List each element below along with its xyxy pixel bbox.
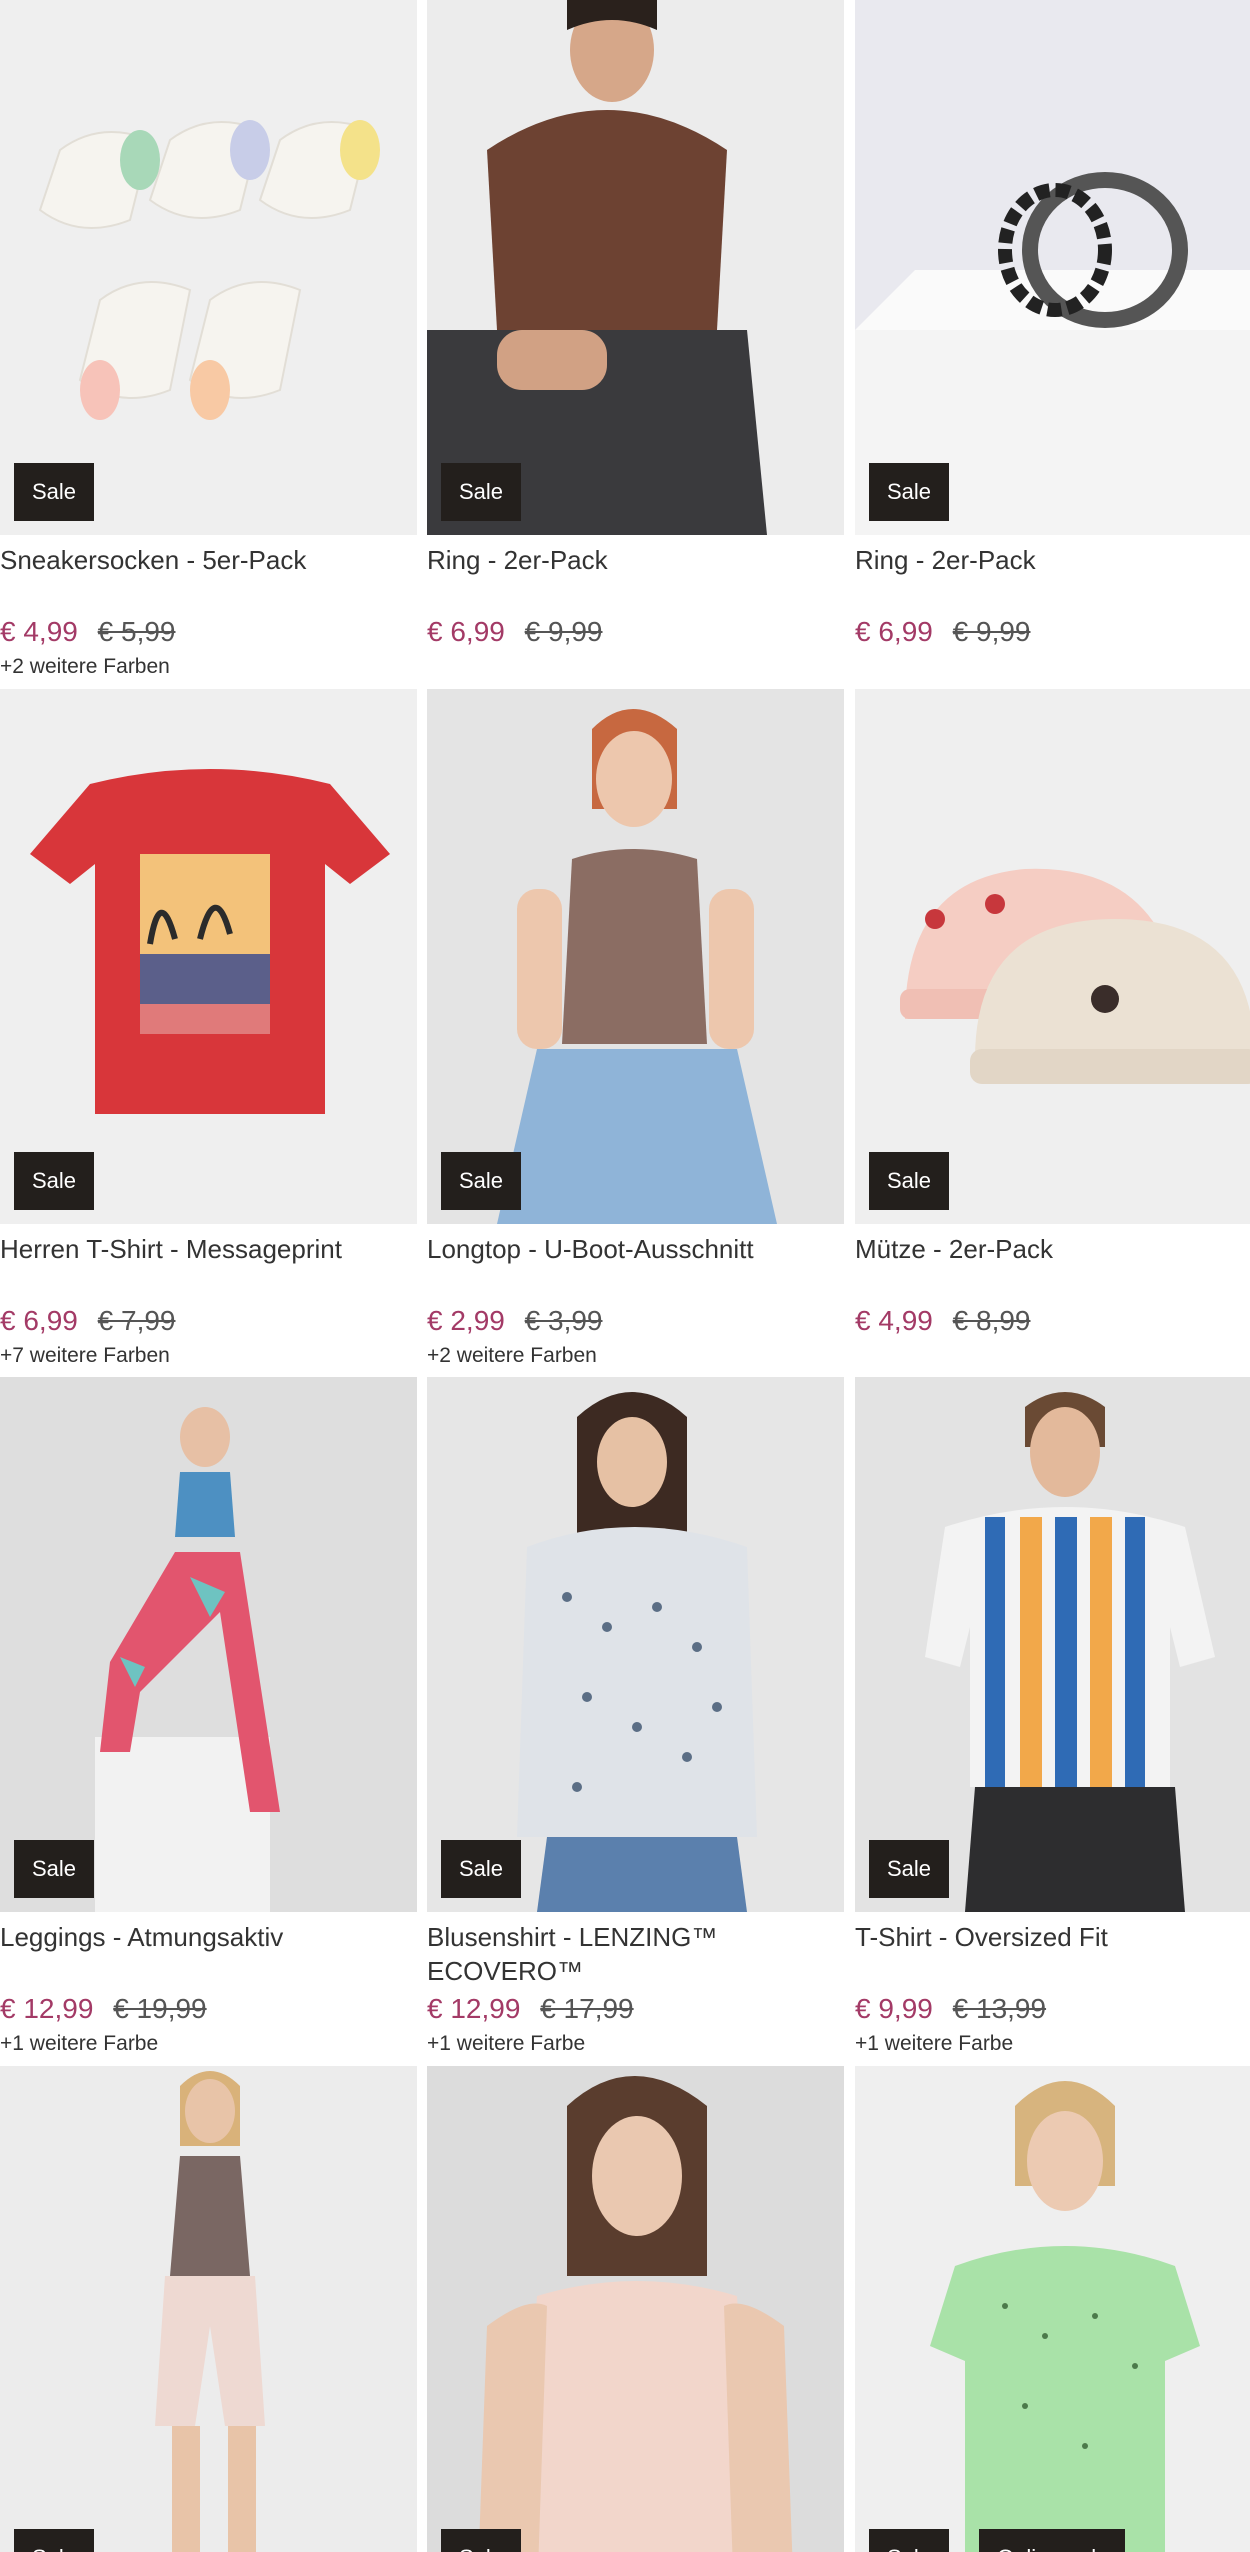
woman-shorts-image [155,2071,265,2552]
product-title[interactable]: Sneakersocken - 5er-Pack [0,543,417,577]
man-brown-shirt-image [427,0,767,535]
sale-badge: Sale [441,2529,522,2552]
product-image[interactable]: Sale [427,2066,844,2552]
baby-hats-image [900,868,1250,1084]
product-image[interactable]: Sale [855,1377,1250,1912]
product-price: € 4,99 € 5,99 [0,613,176,651]
woman-longtop-image [497,709,777,1224]
more-colors-link[interactable]: +2 weitere Farben [427,1341,597,1371]
product-price: € 2,99 € 3,99 [427,1302,603,1340]
product-image[interactable]: Sale [0,1377,417,1912]
product-title[interactable]: Mütze - 2er-Pack [855,1232,1250,1266]
current-price: € 6,99 [427,616,505,647]
product-image[interactable]: Sale [0,0,417,535]
sale-badge: Sale [14,1840,95,1898]
sale-badge: Sale [441,1840,522,1898]
product-image[interactable]: Sale [427,1377,844,1912]
rings-image [855,172,1250,535]
product-title[interactable]: Ring - 2er-Pack [427,543,844,577]
man-striped-shirt-image [925,1392,1215,1912]
red-tshirt-image [30,769,390,1114]
product-image[interactable]: Sale [855,0,1250,535]
badge-list: Sale [14,1840,95,1898]
product-price: € 6,99 € 9,99 [427,613,603,651]
product-price: € 4,99 € 8,99 [855,1302,1031,1340]
old-price: € 13,99 [952,1993,1047,2024]
badge-list: Sale [14,2529,95,2552]
badge-list: Sale [441,2529,522,2552]
product-image[interactable]: Sale [427,0,844,535]
product-title[interactable]: Ring - 2er-Pack [855,543,1250,577]
more-colors-link[interactable]: +1 weitere Farbe [855,2029,1013,2059]
badge-list: Sale [14,463,95,521]
more-colors-link[interactable]: +7 weitere Farben [0,1341,170,1371]
product-title[interactable]: Herren T-Shirt - Messageprint [0,1232,417,1266]
old-price: € 9,99 [952,616,1031,647]
sale-badge: Sale [14,1152,95,1210]
product-price: € 12,99 € 19,99 [0,1990,207,2028]
badge-list: Sale [14,1152,95,1210]
product-image[interactable]: Sale [427,689,844,1224]
current-price: € 12,99 [0,1993,94,2024]
product-image[interactable]: Sale [855,689,1250,1224]
badge-list: Sale [441,463,522,521]
socks-image [38,120,380,420]
current-price: € 2,99 [427,1305,505,1336]
more-colors-link[interactable]: +1 weitere Farbe [0,2029,158,2059]
sale-badge: Sale [14,463,95,521]
badge-list: Sale [869,1152,950,1210]
sale-badge: Sale [869,1152,950,1210]
sale-badge: Sale [869,2529,950,2552]
current-price: € 12,99 [427,1993,521,2024]
sale-badge: Sale [869,1840,950,1898]
woman-leggings-image [95,1407,280,1912]
badge-list: Sale [441,1840,522,1898]
current-price: € 9,99 [855,1993,933,2024]
badge-list: Sale [869,1840,950,1898]
badge-list: Sale [869,463,950,521]
product-title[interactable]: T-Shirt - Oversized Fit [855,1920,1250,1954]
product-title[interactable]: Leggings - Atmungsaktiv [0,1920,417,1954]
online-only-badge: Online only [979,2529,1126,2552]
current-price: € 6,99 [855,616,933,647]
badge-list: Sale [441,1152,522,1210]
product-title[interactable]: Longtop - U-Boot-Ausschnitt [427,1232,844,1266]
product-title[interactable]: Blusenshirt - LENZING™ ECOVERO™ [427,1920,844,1988]
old-price: € 17,99 [540,1993,634,2024]
product-image[interactable]: Sale [0,689,417,1224]
current-price: € 4,99 [0,616,78,647]
woman-pink-top-image [478,2076,793,2552]
product-price: € 9,99 € 13,99 [855,1990,1046,2028]
old-price: € 9,99 [524,616,603,647]
old-price: € 7,99 [97,1305,176,1336]
old-price: € 3,99 [524,1305,603,1336]
product-image[interactable]: Sale Online only [855,2066,1250,2552]
woman-blouse-image [517,1392,757,1912]
sale-badge: Sale [441,463,522,521]
old-price: € 8,99 [952,1305,1031,1336]
product-price: € 12,99 € 17,99 [427,1990,634,2028]
sale-badge: Sale [441,1152,522,1210]
current-price: € 4,99 [855,1305,933,1336]
product-image[interactable]: Sale [0,2066,417,2552]
current-price: € 6,99 [0,1305,78,1336]
badge-list: Sale Online only [869,2529,1126,2552]
woman-green-shirt-image [930,2081,1200,2552]
more-colors-link[interactable]: +1 weitere Farbe [427,2029,585,2059]
sale-badge: Sale [14,2529,95,2552]
product-price: € 6,99 € 7,99 [0,1302,176,1340]
old-price: € 19,99 [113,1993,207,2024]
product-price: € 6,99 € 9,99 [855,613,1031,651]
more-colors-link[interactable]: +2 weitere Farben [0,652,170,682]
sale-badge: Sale [869,463,950,521]
old-price: € 5,99 [97,616,176,647]
